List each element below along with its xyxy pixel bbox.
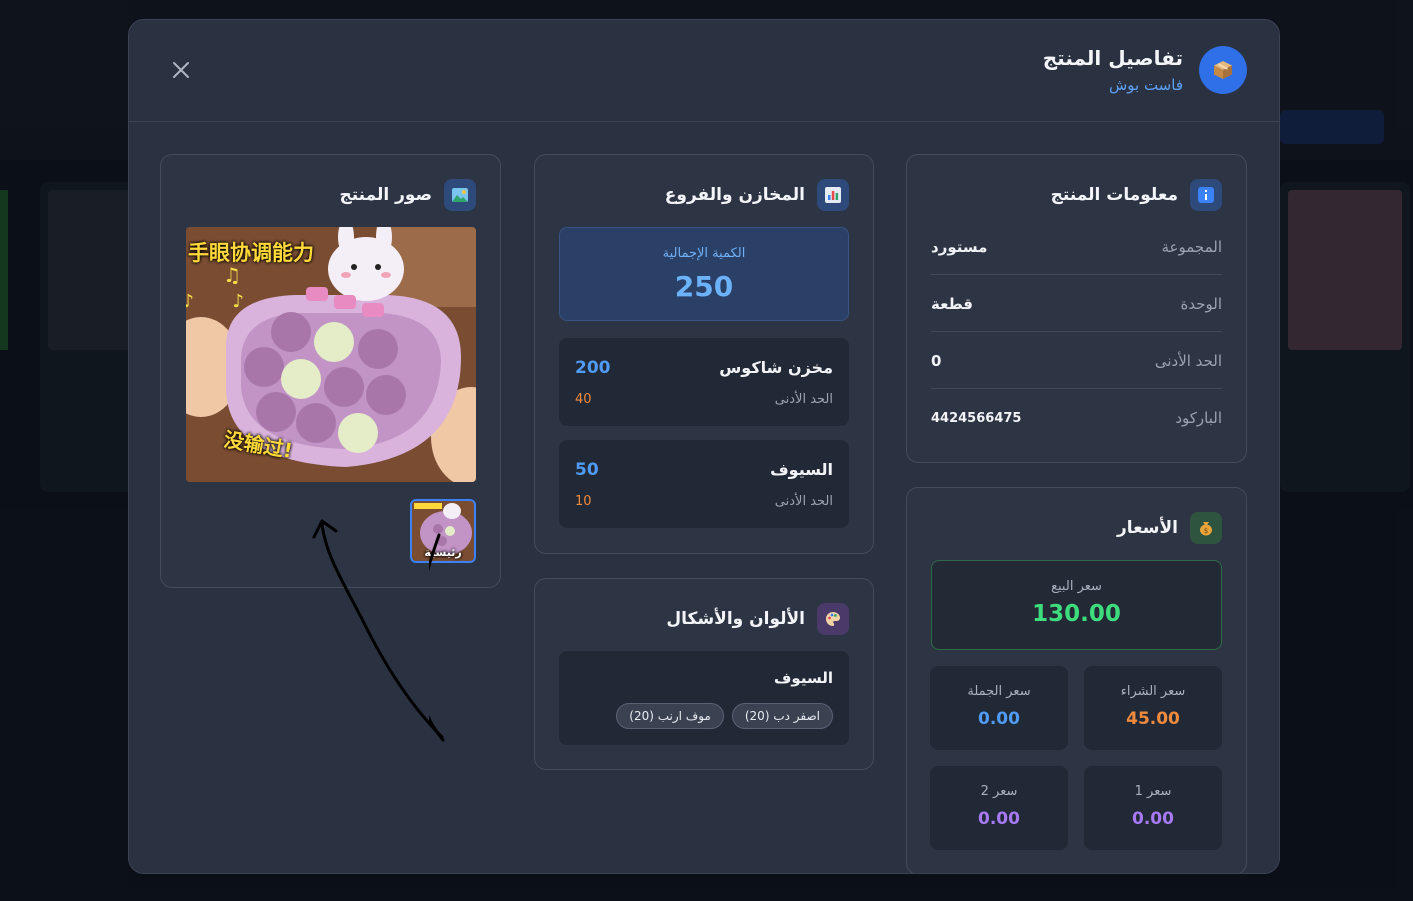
color-chips: اصفر دب (20) موف ارنب (20) xyxy=(616,703,833,729)
close-icon xyxy=(173,62,189,78)
color-chip: اصفر دب (20) xyxy=(731,703,833,729)
wholesale-price-tile: سعر الجملة 0.00 xyxy=(930,666,1068,750)
warehouse-quantity: 200 xyxy=(575,358,611,378)
color-group-name: السيوف xyxy=(774,669,833,687)
annotation-arrow-path xyxy=(312,519,444,739)
total-quantity-value: 250 xyxy=(674,270,734,303)
close-button[interactable] xyxy=(169,58,193,82)
wholesale-price-label: سعر الجملة xyxy=(967,684,1031,699)
warehouses-panel-title: المخازن والفروع xyxy=(664,185,805,205)
info-row-barcode: الباركود 4424566475 xyxy=(931,390,1222,446)
info-icon xyxy=(1190,179,1222,211)
wholesale-price-value: 0.00 xyxy=(978,709,1020,729)
modal-title: تفاصيل المنتج xyxy=(1042,46,1183,70)
palette-icon xyxy=(817,603,849,635)
info-panel-title: معلومات المنتج xyxy=(1050,185,1178,205)
product-details-modal: تفاصيل المنتج فاست بوش معلومات المنتج ال… xyxy=(128,19,1280,874)
prices-panel: $ الأسعار سعر البيع 130.00 سعر الشراء 45… xyxy=(906,487,1247,873)
warehouse-item: السيوف 50 الحد الأدنى 10 xyxy=(559,440,849,528)
info-label: الباركود xyxy=(1175,409,1222,427)
warehouse-min-label: الحد الأدنى xyxy=(774,392,833,407)
color-chip: موف ارنب (20) xyxy=(616,703,724,729)
warehouse-min-value: 40 xyxy=(575,392,592,407)
info-label: الحد الأدنى xyxy=(1154,351,1222,370)
money-bag-icon: $ xyxy=(1190,512,1222,544)
warehouse-quantity: 50 xyxy=(575,460,599,480)
purchase-price-label: سعر الشراء xyxy=(1120,684,1186,699)
info-label: المجموعة xyxy=(1161,237,1222,256)
info-value: 4424566475 xyxy=(931,410,1022,426)
colors-shapes-panel: الألوان والأشكال السيوف اصفر دب (20) موف… xyxy=(534,578,874,770)
warehouses-panel: المخازن والفروع الكمية الإجمالية 250 مخز… xyxy=(534,154,874,554)
total-quantity-label: الكمية الإجمالية xyxy=(662,246,746,261)
warehouse-name: السيوف xyxy=(770,460,833,479)
color-group-box: السيوف اصفر دب (20) موف ارنب (20) xyxy=(559,651,849,745)
sale-price-box: سعر البيع 130.00 xyxy=(931,560,1222,650)
images-panel-title: صور المنتج xyxy=(339,185,432,205)
price2-value: 0.00 xyxy=(978,809,1020,829)
sale-price-label: سعر البيع xyxy=(1051,579,1102,594)
package-icon xyxy=(1199,46,1247,94)
product-info-panel: معلومات المنتج المجموعة مستورد الوحدة قط… xyxy=(906,154,1247,463)
info-value: 0 xyxy=(931,351,942,370)
price2-label: سعر 2 xyxy=(980,784,1018,799)
main-product-image[interactable]: ♫ ♪ ♪ 手眼协调能力 没输过! xyxy=(186,227,476,482)
svg-text:$: $ xyxy=(1204,527,1208,535)
purchase-price-tile: سعر الشراء 45.00 xyxy=(1084,666,1222,750)
total-quantity-box: الكمية الإجمالية 250 xyxy=(559,227,849,321)
svg-text:♪: ♪ xyxy=(233,291,245,312)
colors-panel-title: الألوان والأشكال xyxy=(666,609,805,629)
modal-subtitle: فاست بوش xyxy=(1108,76,1183,94)
warehouse-item: مخزن شاكوس 200 الحد الأدنى 40 xyxy=(559,338,849,426)
info-value: قطعة xyxy=(931,294,973,313)
price1-value: 0.00 xyxy=(1132,809,1174,829)
info-value: مستورد xyxy=(931,237,988,256)
modal-header: تفاصيل المنتج فاست بوش xyxy=(129,20,1279,122)
warehouse-min-value: 10 xyxy=(575,494,592,509)
warehouse-min-label: الحد الأدنى xyxy=(774,494,833,509)
chart-icon xyxy=(817,179,849,211)
info-label: الوحدة xyxy=(1180,294,1223,313)
sale-price-value: 130.00 xyxy=(1032,601,1121,627)
svg-text:♪: ♪ xyxy=(186,291,194,312)
info-row-unit: الوحدة قطعة xyxy=(931,276,1222,332)
prices-panel-title: الأسعار xyxy=(1117,518,1178,538)
image-icon xyxy=(444,179,476,211)
price1-tile: سعر 1 0.00 xyxy=(1084,766,1222,850)
purchase-price-value: 45.00 xyxy=(1126,709,1180,729)
price2-tile: سعر 2 0.00 xyxy=(930,766,1068,850)
info-row-min: الحد الأدنى 0 xyxy=(931,333,1222,389)
image-overlay-text: 手眼协调能力 xyxy=(188,241,314,265)
price1-label: سعر 1 xyxy=(1134,784,1172,799)
info-row-group: المجموعة مستورد xyxy=(931,219,1222,275)
warehouse-name: مخزن شاكوس xyxy=(719,358,833,377)
